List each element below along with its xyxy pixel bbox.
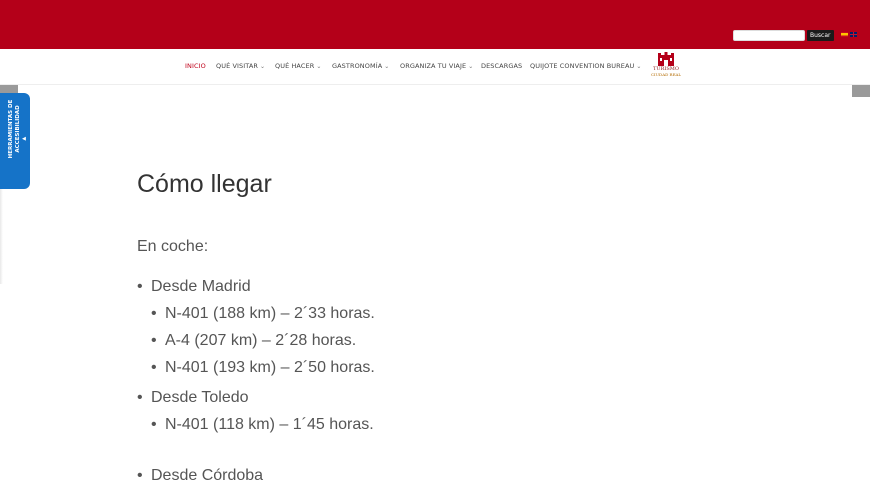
route-group-cordoba: • Desde Córdoba xyxy=(137,465,737,486)
route-group-toledo: • Desde Toledo • N-401 (118 km) – 1´45 ho… xyxy=(137,387,737,435)
list-item: • A-4 (207 km) – 2´28 horas. xyxy=(151,332,357,349)
list-item: • N-401 (193 km) – 2´50 horas. xyxy=(151,359,375,376)
chevron-down-icon: ⌄ xyxy=(316,63,322,70)
route-origin: Desde Córdoba xyxy=(151,467,264,484)
bullet: • xyxy=(151,416,157,433)
main-navigation: INICIO QUÉ VISITAR ⌄ QUÉ HACER ⌄ GASTRONOM… xyxy=(0,49,870,85)
chevron-down-icon: ⌄ xyxy=(384,63,390,70)
route-group-madrid: • Desde Madrid • N-401 (188 km) – 2´33 ho… xyxy=(137,276,737,378)
section-label-by-car: En coche: xyxy=(137,238,209,255)
accessibility-label: HERRAMIENTAS DE ACCESIBILIDAD xyxy=(8,99,21,159)
list-item: • N-401 (118 km) – 1´45 horas. xyxy=(151,416,374,433)
nav-item-que-hacer[interactable]: QUÉ HACER ⌄ xyxy=(275,62,321,70)
english-flag-icon[interactable] xyxy=(850,32,857,37)
spanish-flag-icon[interactable] xyxy=(841,32,848,37)
page-title: Cómo llegar xyxy=(137,170,272,198)
search-button[interactable]: Buscar xyxy=(807,30,834,41)
wheelchair-icon xyxy=(4,258,24,276)
route-list: • Desde Madrid • N-401 (188 km) – 2´33 ho… xyxy=(137,276,737,486)
bullet: • xyxy=(137,278,143,295)
scroll-to-top-tab[interactable] xyxy=(852,85,870,97)
search-input[interactable] xyxy=(733,30,805,41)
bullet: • xyxy=(151,359,157,376)
route-options: • N-401 (188 km) – 2´33 horas. • A-4 (207 … xyxy=(151,303,737,378)
castle-icon xyxy=(658,52,674,66)
nav-item-que-visitar[interactable]: QUÉ VISITAR ⌄ xyxy=(216,62,265,70)
scroll-marker-left xyxy=(0,85,18,93)
nav-item-quijote-convention-bureau[interactable]: QUIJOTE CONVENTION BUREAU ⌄ xyxy=(530,62,642,70)
chevron-down-icon: ⌄ xyxy=(468,63,474,70)
top-bar: Buscar xyxy=(0,0,870,49)
caret-left-icon: ◀ xyxy=(22,136,26,142)
nav-item-organiza-tu-viaje[interactable]: ORGANIZA TU VIAJE ⌄ xyxy=(400,62,473,70)
nav-item-gastronomia[interactable]: GASTRONOMÍA ⌄ xyxy=(332,62,389,70)
bullet: • xyxy=(137,389,143,406)
list-item: • N-401 (188 km) – 2´33 horas. xyxy=(151,305,375,322)
bullet: • xyxy=(151,332,157,349)
side-shadow xyxy=(0,189,3,284)
turismo-logo[interactable]: TURISMO CIUDAD REAL xyxy=(648,52,684,82)
route-origin: Desde Toledo xyxy=(151,389,249,406)
bullet: • xyxy=(151,305,157,322)
nav-item-descargas[interactable]: DESCARGAS xyxy=(481,62,522,70)
chevron-down-icon: ⌄ xyxy=(636,63,642,70)
route-options: • N-401 (118 km) – 1´45 horas. xyxy=(151,414,737,435)
chevron-down-icon: ⌄ xyxy=(259,63,266,70)
route-origin: Desde Madrid xyxy=(151,278,251,295)
bullet: • xyxy=(137,467,143,484)
nav-item-inicio[interactable]: INICIO xyxy=(185,62,206,70)
